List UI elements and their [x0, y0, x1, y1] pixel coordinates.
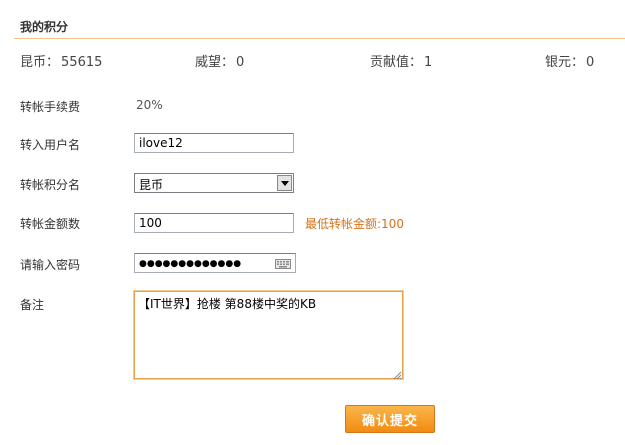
keyboard-icon[interactable] — [275, 258, 291, 269]
stat-value: 55615 — [61, 55, 103, 70]
password-input[interactable] — [134, 253, 296, 273]
note-label: 备注 — [20, 298, 45, 312]
fee-value: 20% — [136, 98, 163, 112]
points-type-label: 转帐积分名 — [20, 178, 81, 192]
points-summary: 昆币： 55615 威望： 0 贡献值： 1 银元： 0 — [0, 51, 625, 70]
resize-grip-icon[interactable] — [393, 369, 402, 380]
stat-value: 0 — [586, 55, 595, 70]
username-input[interactable] — [134, 133, 294, 153]
section-divider — [14, 38, 625, 39]
stat-contribution: 贡献值： 1 — [370, 55, 433, 70]
fee-label: 转帐手续费 — [20, 100, 81, 114]
points-type-selected: 昆币 — [139, 178, 164, 192]
stat-value: 1 — [424, 55, 433, 70]
password-field — [134, 253, 296, 273]
min-amount-hint: 最低转帐金额:100 — [305, 217, 404, 231]
amount-label: 转帐金额数 — [20, 217, 81, 231]
password-label: 请输入密码 — [20, 258, 81, 272]
stat-silver: 银元： 0 — [545, 55, 595, 70]
username-label: 转入用户名 — [20, 138, 81, 152]
stat-label: 贡献值 — [370, 55, 410, 70]
dropdown-arrow-icon[interactable] — [277, 175, 292, 191]
submit-button[interactable]: 确认提交 — [345, 405, 435, 433]
amount-input[interactable] — [134, 213, 294, 233]
stat-label: 银元 — [545, 55, 572, 70]
stat-label: 威望 — [195, 55, 222, 70]
stat-kunbi: 昆币： 55615 — [20, 55, 103, 70]
note-textarea[interactable]: 【IT世界】抢楼 第88楼中奖的KB — [134, 291, 403, 379]
stat-label: 昆币 — [20, 55, 47, 70]
section-title: 我的积分 — [20, 20, 69, 34]
points-type-select[interactable]: 昆币 — [134, 173, 294, 193]
stat-weiwang: 威望： 0 — [195, 55, 245, 70]
stat-value: 0 — [236, 55, 245, 70]
